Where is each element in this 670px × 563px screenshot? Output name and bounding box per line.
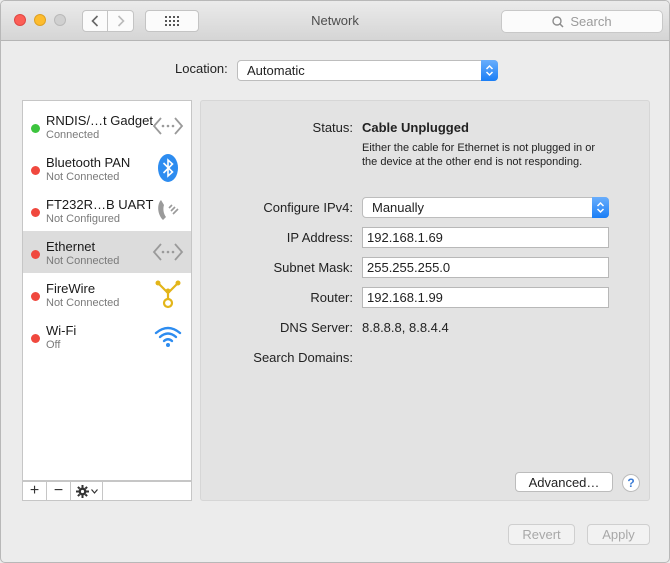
revert-button[interactable]: Revert: [508, 524, 575, 545]
subnet-mask-field[interactable]: [362, 257, 609, 278]
status-dot: [31, 334, 40, 343]
minimize-window-button[interactable]: [34, 14, 46, 26]
subnet-mask-label: Subnet Mask:: [273, 260, 354, 275]
minus-icon: −: [53, 482, 64, 499]
chevron-left-icon: [91, 15, 99, 27]
zoom-window-button[interactable]: [54, 14, 66, 26]
service-name: FT232R…B UART: [46, 197, 154, 212]
status-label: Status:: [312, 120, 353, 135]
service-item-wi-fi[interactable]: Wi-Fi Off: [23, 315, 191, 357]
service-status: Not Connected: [46, 255, 120, 267]
bluetooth-icon: [151, 152, 185, 184]
service-name: Wi-Fi: [46, 323, 77, 338]
service-status: Not Connected: [46, 297, 120, 309]
apply-button[interactable]: Apply: [587, 524, 650, 545]
action-menu-button[interactable]: [71, 482, 103, 500]
dns-server-value: 8.8.8.8, 8.8.4.4: [362, 320, 449, 335]
search-placeholder: Search: [570, 14, 612, 29]
status-dot: [31, 124, 40, 133]
location-popup[interactable]: Automatic: [237, 60, 498, 81]
configure-ipv4-label: Configure IPv4:: [263, 200, 353, 215]
grid-icon: [165, 16, 179, 26]
service-item-ft232r-uart[interactable]: FT232R…B UART Not Configured: [23, 189, 191, 231]
remove-service-button[interactable]: −: [47, 482, 71, 500]
title-bar: Network Search: [1, 1, 669, 41]
search-icon: [552, 15, 564, 28]
add-service-button[interactable]: +: [23, 482, 47, 500]
service-name: Ethernet: [46, 239, 96, 254]
dns-server-label: DNS Server:: [280, 320, 353, 335]
search-field[interactable]: Search: [501, 10, 663, 33]
ip-address-field[interactable]: [362, 227, 609, 248]
configure-ipv4-popup[interactable]: Manually: [362, 197, 609, 218]
service-item-firewire[interactable]: FireWire Not Connected: [23, 273, 191, 315]
service-status: Off: [46, 339, 61, 351]
help-button[interactable]: ?: [622, 474, 640, 492]
firewire-icon: [151, 278, 185, 310]
forward-button[interactable]: [108, 10, 134, 32]
location-label: Location:: [175, 61, 228, 76]
service-status: Not Connected: [46, 171, 120, 183]
back-button[interactable]: [82, 10, 108, 32]
service-list: RNDIS/…t Gadget Connected Bluetooth PAN …: [22, 100, 192, 481]
service-name: FireWire: [46, 281, 96, 296]
service-list-toolbar: + −: [22, 481, 192, 501]
service-name: Bluetooth PAN: [46, 155, 131, 170]
gear-icon: [75, 484, 89, 498]
ethernet-arrows-icon: [151, 236, 185, 268]
chevron-down-icon: [90, 488, 98, 494]
plus-icon: +: [29, 482, 40, 499]
service-item-ethernet[interactable]: Ethernet Not Connected: [23, 231, 191, 273]
ip-address-label: IP Address:: [286, 230, 353, 245]
network-preferences-window: Network Search Location: Automatic RNDIS…: [0, 0, 670, 563]
show-all-button[interactable]: [145, 10, 199, 32]
ethernet-arrows-icon: [151, 110, 185, 142]
phone-modem-icon: [151, 194, 185, 226]
status-description: Either the cable for Ethernet is not plu…: [362, 142, 595, 168]
location-value: Automatic: [247, 63, 305, 78]
router-field[interactable]: [362, 287, 609, 308]
service-detail-panel: Status: Cable Unplugged Either the cable…: [200, 100, 650, 501]
service-status: Connected: [46, 129, 100, 141]
service-status: Not Configured: [46, 213, 120, 225]
wifi-icon: [151, 320, 185, 352]
status-value: Cable Unplugged: [362, 120, 469, 135]
chevron-right-icon: [117, 15, 125, 27]
popup-arrows-icon: [481, 60, 498, 81]
service-name: RNDIS/…t Gadget: [46, 113, 153, 128]
status-dot: [31, 208, 40, 217]
status-dot: [31, 250, 40, 259]
close-window-button[interactable]: [14, 14, 26, 26]
search-domains-label: Search Domains:: [253, 350, 353, 365]
router-label: Router:: [310, 290, 353, 305]
status-dot: [31, 292, 40, 301]
configure-ipv4-value: Manually: [372, 200, 425, 215]
service-item-bluetooth-pan[interactable]: Bluetooth PAN Not Connected: [23, 147, 191, 189]
popup-arrows-icon: [592, 197, 609, 218]
advanced-button[interactable]: Advanced…: [515, 472, 613, 492]
status-dot: [31, 166, 40, 175]
service-item-rndis[interactable]: RNDIS/…t Gadget Connected: [23, 105, 191, 147]
